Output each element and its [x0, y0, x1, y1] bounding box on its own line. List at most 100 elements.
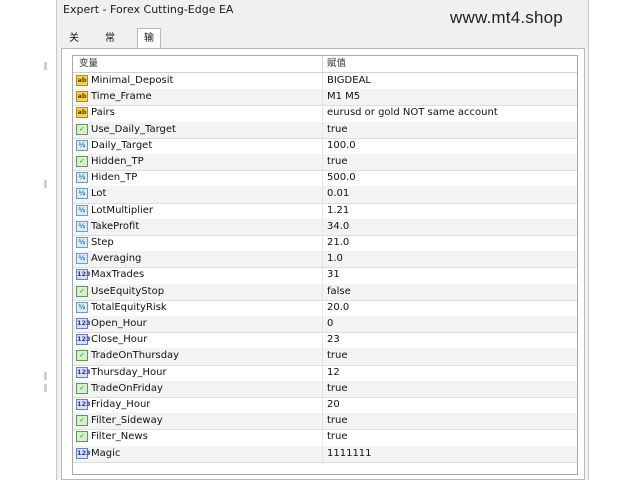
param-value[interactable]: BIGDEAL	[327, 73, 371, 89]
param-value[interactable]: 20	[327, 397, 340, 413]
window-title: Expert - Forex Cutting-Edge EA	[63, 3, 234, 16]
expert-properties-window: Expert - Forex Cutting-Edge EA www.mt4.s…	[56, 0, 589, 480]
integer-type-icon: 123	[76, 366, 91, 378]
bool-type-icon: ✓	[76, 123, 88, 135]
param-value[interactable]: M1 M5	[327, 89, 360, 105]
param-name: Hidden_TP	[91, 156, 144, 167]
column-header-value[interactable]: 赋值	[327, 56, 346, 72]
tab-common[interactable]: 常用	[99, 30, 121, 62]
param-value[interactable]: 500.0	[327, 170, 356, 186]
param-name: Thursday_Hour	[91, 366, 167, 378]
bool-type-icon: ✓	[76, 156, 88, 167]
param-value[interactable]: true	[327, 348, 348, 364]
param-value[interactable]: 12	[327, 365, 340, 381]
cell-separator	[322, 364, 323, 381]
param-value[interactable]: 1111111	[327, 446, 372, 462]
param-value[interactable]: true	[327, 154, 348, 170]
double-type-icon: ½	[76, 253, 88, 265]
param-row[interactable]: 123 Thursday_Hour 12	[73, 364, 577, 382]
cell-separator	[322, 413, 323, 430]
gutter-mark	[44, 62, 47, 70]
param-name: Filter_Sideway	[91, 415, 163, 427]
left-gutter	[0, 0, 48, 480]
param-row[interactable]: ✓ Use_Daily_Target true	[73, 121, 577, 139]
param-value[interactable]: true	[327, 413, 348, 429]
double-type-icon: ½	[76, 172, 88, 184]
param-row[interactable]: ½ TotalEquityRisk 20.0	[73, 299, 577, 317]
cell-separator	[322, 332, 323, 349]
param-row[interactable]: ✓ TradeOnThursday true	[73, 348, 577, 366]
param-value[interactable]: 100.0	[327, 138, 356, 154]
param-row[interactable]: ab Pairs eurusd or gold NOT same account	[73, 105, 577, 123]
param-value[interactable]: true	[327, 429, 348, 445]
column-separator[interactable]	[322, 56, 323, 72]
param-value[interactable]: 1.0	[327, 251, 343, 267]
cell-separator	[322, 105, 323, 122]
param-row[interactable]: ½ Step 21.0	[73, 235, 577, 253]
param-row[interactable]: 123 Close_Hour 23	[73, 332, 577, 350]
param-row[interactable]: ab Minimal_Deposit BIGDEAL	[73, 73, 577, 91]
param-name: Hiden_TP	[91, 172, 138, 184]
param-name: Lot	[91, 188, 107, 200]
param-value[interactable]: false	[327, 284, 351, 300]
param-value[interactable]: 21.0	[327, 235, 349, 251]
param-value[interactable]: 20.0	[327, 300, 349, 316]
double-type-icon: ½	[76, 220, 88, 232]
param-row[interactable]: ½ LotMultiplier 1.21	[73, 202, 577, 220]
cell-separator	[322, 186, 323, 203]
param-row[interactable]: ✓ Filter_Sideway true	[73, 413, 577, 431]
tab-inputs[interactable]: 输入参数	[137, 28, 161, 104]
string-type-icon: ab	[76, 75, 88, 86]
param-row[interactable]: ½ Hiden_TP 500.0	[73, 170, 577, 188]
cell-separator	[322, 170, 323, 187]
integer-type-icon: 123	[76, 318, 91, 329]
param-value[interactable]: 0	[327, 316, 333, 332]
param-row[interactable]: ✓ Filter_News true	[73, 429, 577, 447]
param-row[interactable]: ✓ TradeOnFriday true	[73, 380, 577, 398]
param-row[interactable]: 123 Friday_Hour 20	[73, 397, 577, 415]
double-type-icon: ½	[76, 188, 88, 200]
param-row[interactable]: ✓ Hidden_TP true	[73, 154, 577, 172]
param-row[interactable]: ab Time_Frame M1 M5	[73, 89, 577, 107]
param-row[interactable]: 123 MaxTrades 31	[73, 267, 577, 285]
cell-separator	[322, 251, 323, 268]
param-name: Averaging	[91, 253, 142, 265]
param-row[interactable]: ½ TakeProfit 34.0	[73, 218, 577, 236]
double-type-icon: ½	[76, 301, 88, 313]
param-row[interactable]: ½ Lot 0.01	[73, 186, 577, 204]
cell-separator	[322, 73, 323, 89]
param-value[interactable]: true	[327, 122, 348, 138]
param-name: Friday_Hour	[91, 399, 151, 410]
param-value[interactable]: 31	[327, 267, 340, 283]
param-name: Filter_News	[91, 431, 148, 443]
cell-separator	[322, 154, 323, 170]
param-value[interactable]: true	[327, 381, 348, 397]
param-value[interactable]: 0.01	[327, 186, 349, 202]
param-value[interactable]: eurusd or gold NOT same account	[327, 105, 498, 121]
param-value[interactable]: 23	[327, 332, 340, 348]
param-row[interactable]: ✓ UseEquityStop false	[73, 283, 577, 301]
grid-header: 变量 赋值	[73, 56, 577, 73]
integer-type-icon: 123	[76, 399, 91, 410]
param-row[interactable]: 123 Magic 1111111	[73, 445, 577, 463]
bool-type-icon: ✓	[76, 382, 88, 394]
param-row[interactable]: ½ Averaging 1.0	[73, 251, 577, 269]
param-name: Pairs	[91, 107, 115, 119]
cell-separator	[322, 121, 323, 138]
cell-separator	[322, 283, 323, 300]
column-header-variable[interactable]: 变量	[79, 56, 98, 72]
cell-separator	[322, 202, 323, 219]
string-type-icon: ab	[76, 91, 88, 103]
tab-about[interactable]: 关于	[63, 30, 85, 62]
param-value[interactable]: 1.21	[327, 203, 349, 219]
integer-type-icon: 123	[76, 269, 91, 281]
param-value[interactable]: 34.0	[327, 219, 349, 235]
cell-separator	[322, 429, 323, 446]
tab-panel: 变量 赋值 ab Minimal_Deposit BIGDEAL ab Time_Fra…	[61, 48, 585, 480]
string-type-icon: ab	[76, 107, 88, 119]
param-row[interactable]: 123 Open_Hour 0	[73, 316, 577, 334]
double-type-icon: ½	[76, 204, 88, 216]
gutter-mark	[44, 372, 47, 380]
param-row[interactable]: ½ Daily_Target 100.0	[73, 137, 577, 155]
param-name: Magic	[91, 447, 121, 459]
